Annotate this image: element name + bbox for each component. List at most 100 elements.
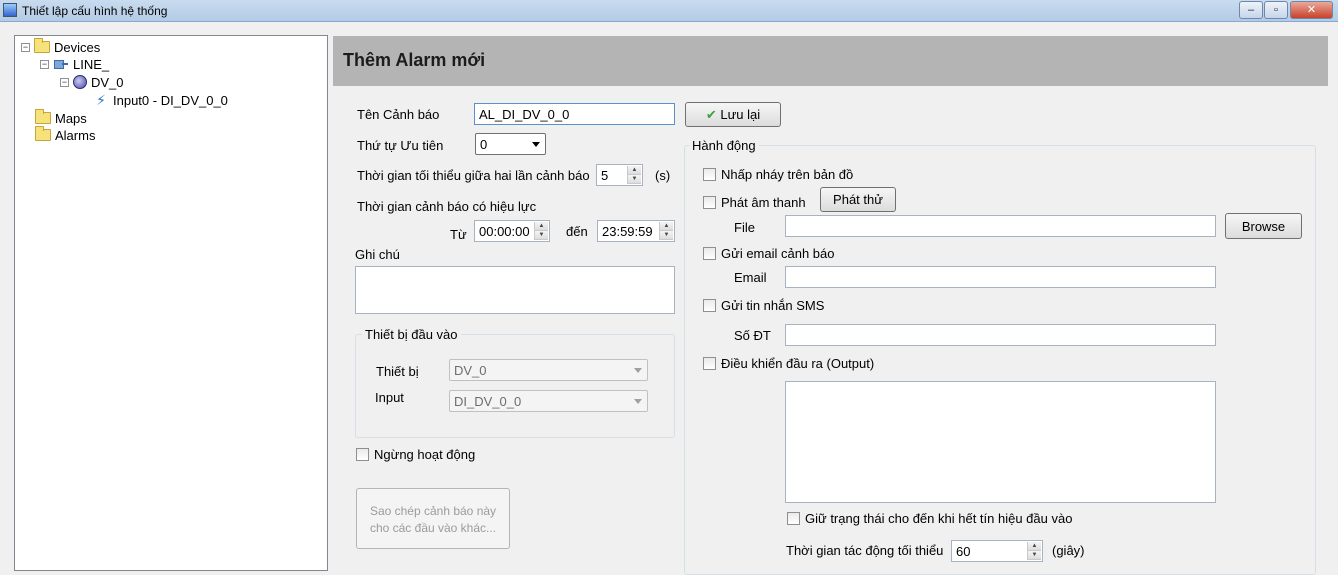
device-select[interactable]: DV_0 xyxy=(449,359,648,381)
play-test-button[interactable]: Phát thử xyxy=(820,187,896,212)
email-checkbox[interactable] xyxy=(703,247,716,260)
tree-node-label: DV_0 xyxy=(91,74,124,90)
note-label: Ghi chú xyxy=(355,247,400,262)
tree-node-label: Maps xyxy=(55,110,87,126)
to-label: đến xyxy=(566,224,588,239)
output-label: Điều khiển đầu ra (Output) xyxy=(721,356,875,371)
dropdown-arrow-icon xyxy=(532,142,540,147)
output-checkbox[interactable] xyxy=(703,357,716,370)
minimize-button[interactable]: – xyxy=(1239,1,1263,19)
file-label: File xyxy=(734,220,755,235)
min-action-label: Thời gian tác động tối thiểu xyxy=(786,543,944,558)
browse-button[interactable]: Browse xyxy=(1225,213,1302,239)
alarm-name-input[interactable]: AL_DI_DV_0_0 xyxy=(474,103,675,125)
note-textarea[interactable] xyxy=(355,266,675,314)
email-input[interactable] xyxy=(785,266,1216,288)
device-icon xyxy=(73,75,87,89)
tree-node-input[interactable]: ⚡ Input0 - DI_DV_0_0 xyxy=(93,91,228,109)
input-label: Input xyxy=(375,390,404,405)
input-select[interactable]: DI_DV_0_0 xyxy=(449,390,648,412)
device-tree[interactable]: − Devices − LINE_ − DV_0 ⚡ Input0 - DI_D… xyxy=(14,35,328,571)
actions-group-title: Hành động xyxy=(689,138,759,153)
min-action-unit: (giây) xyxy=(1052,543,1085,558)
priority-label: Thứ tự Ưu tiên xyxy=(357,138,444,153)
email-check-label: Gửi email cảnh báo xyxy=(721,246,835,261)
device-label: Thiết bị xyxy=(376,364,419,379)
title-bar: Thiết lập cấu hình hệ thống – ▫ ✕ xyxy=(0,0,1338,22)
tree-node-line[interactable]: − LINE_ xyxy=(40,55,109,73)
app-icon xyxy=(3,3,17,17)
spin-buttons: ▲ ▼ xyxy=(1027,542,1041,560)
alarm-name-label: Tên Cảnh báo xyxy=(357,107,440,122)
collapse-icon[interactable]: − xyxy=(21,42,30,52)
save-button-label: Lưu lại xyxy=(720,107,761,122)
spin-up-icon[interactable]: ▲ xyxy=(1028,542,1041,551)
page-header: Thêm Alarm mới xyxy=(333,36,1328,86)
tree-node-devices[interactable]: − Devices xyxy=(21,38,100,56)
tree-node-alarms[interactable]: Alarms xyxy=(35,126,95,144)
from-time-picker[interactable]: 00:00:00 ▲ ▼ xyxy=(474,220,550,242)
tree-node-label: Input0 - DI_DV_0_0 xyxy=(113,92,228,108)
sms-checkbox[interactable] xyxy=(703,299,716,312)
collapse-icon[interactable]: − xyxy=(40,59,49,69)
sound-checkbox[interactable] xyxy=(703,196,716,209)
disable-checkbox[interactable] xyxy=(356,448,369,461)
tree-node-device[interactable]: − DV_0 xyxy=(60,73,124,91)
tree-node-label: Alarms xyxy=(55,127,96,143)
phone-input[interactable] xyxy=(785,324,1216,346)
dropdown-arrow-icon xyxy=(634,399,642,404)
hold-state-label: Giữ trạng thái cho đến khi hết tín hiệu … xyxy=(805,511,1073,526)
folder-icon xyxy=(35,126,51,141)
collapse-icon[interactable]: − xyxy=(60,77,69,87)
hold-state-checkbox[interactable] xyxy=(787,512,800,525)
folder-icon xyxy=(34,38,50,53)
to-time-picker[interactable]: 23:59:59 ▲ ▼ xyxy=(597,220,675,242)
tree-node-label: Devices xyxy=(54,39,101,55)
blink-label: Nhấp nháy trên bản đồ xyxy=(721,167,854,182)
min-interval-label: Thời gian tối thiểu giữa hai lần cảnh bá… xyxy=(357,168,590,183)
blink-checkbox[interactable] xyxy=(703,168,716,181)
to-time-value: 23:59:59 xyxy=(602,224,653,239)
page-title: Thêm Alarm mới xyxy=(343,50,486,70)
copy-alarm-line1: Sao chép cảnh báo này xyxy=(369,504,497,518)
device-value: DV_0 xyxy=(454,363,487,378)
tree-node-label: LINE_ xyxy=(73,56,110,72)
tree-node-maps[interactable]: Maps xyxy=(35,109,87,127)
spin-down-icon[interactable]: ▼ xyxy=(660,231,673,240)
network-line-icon xyxy=(53,58,69,70)
spin-down-icon[interactable]: ▼ xyxy=(1028,551,1041,560)
spin-up-icon[interactable]: ▲ xyxy=(535,222,548,231)
min-action-value: 60 xyxy=(956,544,971,559)
copy-alarm-line2: cho các đầu vào khác... xyxy=(369,521,497,535)
min-action-stepper[interactable]: 60 ▲ ▼ xyxy=(951,540,1043,562)
file-input[interactable] xyxy=(785,215,1216,237)
from-time-value: 00:00:00 xyxy=(479,224,530,239)
min-interval-stepper[interactable]: 5 ▲ ▼ xyxy=(596,164,643,186)
close-button[interactable]: ✕ xyxy=(1290,1,1333,19)
dropdown-arrow-icon xyxy=(634,368,642,373)
from-label: Từ xyxy=(450,227,467,242)
email-label: Email xyxy=(734,270,767,285)
input-device-group-title: Thiết bị đầu vào xyxy=(362,327,461,342)
folder-icon xyxy=(35,109,51,124)
input-device-group xyxy=(355,334,675,438)
spin-buttons: ▲ ▼ xyxy=(627,166,641,184)
spin-buttons: ▲ ▼ xyxy=(534,222,548,240)
disable-label: Ngừng hoạt động xyxy=(374,447,476,462)
valid-time-label: Thời gian cảnh báo có hiệu lực xyxy=(357,199,537,214)
save-button[interactable]: ✔ Lưu lại xyxy=(685,102,781,127)
spin-down-icon[interactable]: ▼ xyxy=(628,175,641,184)
window-title: Thiết lập cấu hình hệ thống xyxy=(22,4,168,18)
priority-select[interactable]: 0 xyxy=(475,133,546,155)
spin-up-icon[interactable]: ▲ xyxy=(660,222,673,231)
min-interval-unit: (s) xyxy=(655,168,671,183)
maximize-button[interactable]: ▫ xyxy=(1264,1,1288,19)
phone-label: Số ĐT xyxy=(734,328,771,343)
output-list[interactable] xyxy=(785,381,1216,503)
copy-alarm-button[interactable]: Sao chép cảnh báo này cho các đầu vào kh… xyxy=(356,488,510,549)
input-value: DI_DV_0_0 xyxy=(454,394,522,409)
spin-down-icon[interactable]: ▼ xyxy=(535,231,548,240)
min-interval-value: 5 xyxy=(601,168,609,183)
spin-up-icon[interactable]: ▲ xyxy=(628,166,641,175)
priority-value: 0 xyxy=(480,137,488,152)
